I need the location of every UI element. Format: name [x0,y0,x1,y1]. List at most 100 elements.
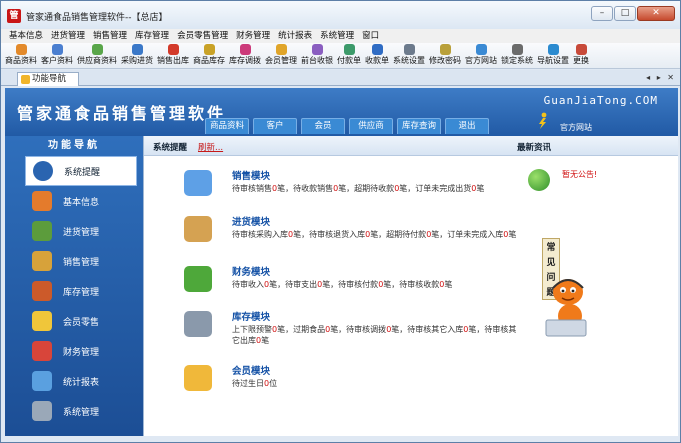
banner-tab-customers[interactable]: 客户 [253,118,297,134]
banner-tab-exit[interactable]: 退出 [445,118,489,134]
banner-tab-suppliers[interactable]: 供应商 [349,118,393,134]
toolbar-button-13[interactable]: 官方网站 [463,43,499,68]
menu-member-retail[interactable]: 会员零售管理 [173,29,232,43]
detail-text: 笔，待收款销售 [277,184,334,193]
app-window: 管 管家通食品销售管理软件--【总店】 – □ ✕ 基本信息 进货管理 销售管理… [0,0,681,443]
menu-reports[interactable]: 统计报表 [274,29,316,43]
toolbar-icon [131,44,143,55]
toolbar-button-14[interactable]: 锁定系统 [499,43,535,68]
sidebar-item-4[interactable]: 库存管理 [25,276,137,306]
app-logo-icon: 管 [7,9,21,23]
module-detail: 待审收入0笔，待审支出0笔，待审核付款0笔，待审核收款0笔 [232,279,522,290]
banner-tab-members[interactable]: 会员 [301,118,345,134]
sidebar-item-2[interactable]: 进货管理 [25,216,137,246]
detail-text: 笔，过期食品 [277,325,326,334]
minimize-button[interactable]: – [591,6,613,21]
module-title[interactable]: 销售模块 [232,168,270,182]
sidebar-item-7[interactable]: 统计报表 [25,366,137,396]
menu-purchase[interactable]: 进货管理 [47,29,89,43]
news-title: 最新资讯 [517,143,552,153]
toolbar-icon [91,44,103,55]
globe-icon [528,169,550,191]
toolbar-label: 商品资料 [5,56,37,65]
toolbar-label: 采购进货 [121,56,153,65]
toolbar-label: 锁定系统 [501,56,533,65]
detail-text: 笔，待审核付款 [322,280,379,289]
module-title[interactable]: 进货模块 [232,214,270,228]
money-icon [184,266,212,292]
sidebar-item-1[interactable]: 基本信息 [25,186,137,216]
sidebar-item-label: 统计报表 [63,377,100,388]
money-icon [32,341,52,361]
toolbar-icon [275,44,287,55]
toolbar-icon [439,44,451,55]
toolbar-label: 前台收银 [301,56,333,65]
window-controls: – □ ✕ [591,6,675,21]
toolbar-button-15[interactable]: 导航设置 [535,43,571,68]
menu-basic-info[interactable]: 基本信息 [5,29,47,43]
book-icon [184,170,212,196]
toolbar-button-5[interactable]: 商品库存 [191,43,227,68]
refresh-link[interactable]: 刷新... [198,141,223,153]
menu-system[interactable]: 系统管理 [316,29,358,43]
toolbar-icon [575,44,587,55]
toolbar-button-4[interactable]: 销售出库 [155,43,191,68]
toolbar-button-6[interactable]: 库存调拨 [227,43,263,68]
sidebar-item-8[interactable]: 系统管理 [25,396,137,426]
coins-icon [32,311,52,331]
mascot-icon [545,279,587,337]
sidebar: 功能导航 系统提醒 基本信息 进货管理 销售管理 库存管理 会员零售 财务管理 统计报表 系统管… [5,136,143,436]
toolbar-icon [239,44,251,55]
module-detail: 待审核采购入库0笔，待审核退货入库0笔，超期待付款0笔，订单未完成入库0笔 [232,229,522,240]
sidebar-item-5[interactable]: 会员零售 [25,306,137,336]
toolbar-label: 库存调拨 [229,56,261,65]
tab-controls[interactable]: ◂ ▸ ✕ [646,73,676,82]
toolbar-button-1[interactable]: 客户资料 [39,43,75,68]
toolbar-button-2[interactable]: 供应商资料 [75,43,119,68]
toolbar-button-0[interactable]: 商品资料 [3,43,39,68]
sidebar-item-label: 会员零售 [63,317,100,328]
toolbar-icon [511,44,523,55]
module-title[interactable]: 财务模块 [232,264,270,278]
title-bar: 管 管家通食品销售管理软件--【总店】 – □ ✕ [1,1,680,29]
menu-window[interactable]: 窗口 [358,29,383,43]
sidebar-item-6[interactable]: 财务管理 [25,336,137,366]
module-title[interactable]: 会员模块 [232,363,270,377]
toolbar-button-16[interactable]: 更换 [571,43,591,68]
sidebar-item-label: 销售管理 [63,257,100,268]
official-site-link[interactable]: 官方网站 [560,122,592,133]
detail-text: 笔，待审支出 [269,280,318,289]
window-title: 管家通食品销售管理软件--【总店】 [26,13,168,23]
toolbar-icon [51,44,63,55]
box-icon [184,216,212,242]
menu-inventory[interactable]: 库存管理 [131,29,173,43]
sidebar-item-3[interactable]: 销售管理 [25,246,137,276]
tab-function-nav[interactable]: 功能导航 [17,72,79,86]
star-icon [21,75,30,84]
info-icon [33,161,53,181]
menu-sales[interactable]: 销售管理 [89,29,131,43]
detail-text: 笔 [508,230,517,239]
news-link[interactable]: 暂无公告! [562,169,597,180]
box-out-icon [32,251,52,271]
toolbar-label: 官方网站 [465,56,497,65]
running-man-icon[interactable] [535,112,551,130]
menu-finance[interactable]: 财务管理 [232,29,274,43]
module-title[interactable]: 库存模块 [232,309,270,323]
toolbar-button-8[interactable]: 前台收银 [299,43,335,68]
toolbar-button-11[interactable]: 系统设置 [391,43,427,68]
reminder-title: 系统提醒 [153,143,188,153]
banner-tab-products[interactable]: 商品资料 [205,118,249,134]
detail-text: 笔，待审核调拨 [330,325,387,334]
sidebar-item-0[interactable]: 系统提醒 [25,156,137,186]
toolbar-button-3[interactable]: 采购进货 [119,43,155,68]
toolbar-button-9[interactable]: 付款单 [335,43,363,68]
maximize-button[interactable]: □ [614,6,636,21]
close-button[interactable]: ✕ [637,6,675,21]
module-detail: 上下限预警0笔，过期食品0笔，待审核调拨0笔，待审核其它入库0笔，待审核其它出库… [232,324,522,346]
toolbar-button-7[interactable]: 会员管理 [263,43,299,68]
toolbar-button-10[interactable]: 收款单 [363,43,391,68]
banner-title: 管家通食品销售管理软件 [17,104,227,123]
banner-tab-stock-query[interactable]: 库存查询 [397,118,441,134]
toolbar-button-12[interactable]: 修改密码 [427,43,463,68]
